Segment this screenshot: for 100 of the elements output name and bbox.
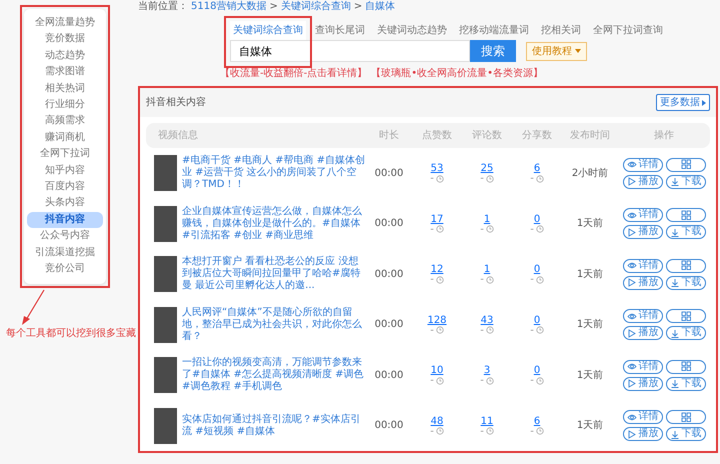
stat-count-link[interactable]: 0	[534, 314, 540, 326]
play-button[interactable]: 播放	[622, 174, 662, 189]
qr-code-button[interactable]	[666, 410, 706, 424]
download-button[interactable]: 下载	[666, 276, 706, 290]
clock-icon	[486, 376, 494, 385]
download-button[interactable]: 下载	[666, 326, 706, 340]
publish-time: 1天前	[576, 268, 604, 282]
play-button[interactable]: 播放	[622, 376, 662, 391]
search-tab[interactable]: 挖相关词	[538, 21, 584, 40]
qr-code-icon	[680, 361, 692, 372]
duration-text: 00:00	[374, 318, 404, 332]
stat-count-link[interactable]: 48	[430, 416, 444, 427]
sidebar-item[interactable]: 引流渠道挖掘	[27, 244, 103, 262]
stat-count-link[interactable]: 6	[534, 163, 540, 174]
sidebar-item[interactable]: 行业细分	[27, 97, 103, 114]
more-data-button[interactable]: 更多数据	[656, 94, 710, 111]
sidebar-item[interactable]: 相关热词	[27, 80, 103, 98]
qr-code-button[interactable]	[666, 360, 706, 374]
play-button[interactable]: 播放	[622, 276, 662, 290]
sidebar-item[interactable]: 知乎内容	[27, 162, 103, 180]
download-button[interactable]: 下载	[666, 427, 706, 442]
sidebar-item[interactable]: 需求图谱	[27, 64, 103, 81]
trend-text: -	[530, 275, 534, 284]
qr-code-icon	[680, 310, 692, 322]
eye-icon	[626, 312, 636, 321]
breadcrumb-separator: >	[269, 1, 278, 13]
download-button[interactable]: 下载	[666, 376, 706, 391]
sidebar-item[interactable]: 百度内容	[27, 179, 103, 196]
play-button[interactable]: 播放	[622, 225, 662, 240]
clock-icon	[436, 225, 444, 234]
video-title-link[interactable]: 实体店如何通过抖音引流呢？#实体店引流 #短视频 #自媒体	[182, 414, 366, 438]
search-field[interactable]: 自媒体	[230, 40, 470, 62]
search-button[interactable]: 搜索	[470, 40, 516, 62]
stat-count-link[interactable]: 10	[430, 365, 444, 376]
search-tab[interactable]: 关键词动态趋势	[374, 21, 450, 40]
sidebar-item[interactable]: 抖音内容	[27, 212, 103, 228]
sidebar-item[interactable]: 头条内容	[27, 195, 103, 212]
stat-count-link[interactable]: 12	[430, 264, 444, 276]
detail-button[interactable]: 详情	[622, 158, 662, 172]
stat-count-link[interactable]: 17	[430, 214, 444, 225]
qr-code-button[interactable]	[666, 158, 706, 172]
play-icon	[626, 430, 636, 439]
sidebar-item[interactable]: 公众号内容	[27, 228, 103, 245]
trend-text: -	[430, 275, 434, 284]
search-tab[interactable]: 全网下拉词查询	[590, 21, 666, 40]
detail-button[interactable]: 详情	[622, 410, 662, 424]
video-title-link[interactable]: 人民网评“自媒体”不是随心所欲的自留地，整治早已成为社会共识，对此你怎么看？	[182, 306, 366, 343]
qr-code-button[interactable]	[666, 258, 706, 273]
download-button[interactable]: 下载	[666, 225, 706, 240]
detail-button[interactable]: 详情	[622, 309, 662, 324]
video-title-link[interactable]: #电商干货 #电商人 #帮电商 #自媒体创业 #运营干货 这么小的房间装了八个空调？TMD！！	[182, 155, 366, 192]
download-icon	[670, 328, 680, 338]
stat-count-link[interactable]: 1	[484, 264, 490, 276]
stat-count-link[interactable]: 1	[484, 214, 490, 225]
sidebar-item[interactable]: 动态趋势	[27, 48, 103, 64]
sidebar-item[interactable]: 赚词商机	[27, 130, 103, 146]
sidebar-item[interactable]: 竞价数据	[27, 31, 103, 48]
publish-time: 2小时前	[570, 166, 610, 181]
stat-count-link[interactable]: 0	[534, 365, 540, 376]
detail-button[interactable]: 详情	[622, 360, 662, 374]
video-thumbnail	[154, 206, 177, 242]
stat-count-link[interactable]: 3	[484, 365, 490, 376]
download-button[interactable]: 下载	[666, 174, 706, 189]
tutorial-button[interactable]: 使用教程	[526, 42, 587, 60]
qr-code-button[interactable]	[666, 208, 706, 222]
qr-code-icon	[680, 210, 692, 221]
video-title-link[interactable]: 企业自媒体宣传运营怎么做，自媒体怎么赚钱，自媒体创业是做什么的。#自媒体 #引流拓客 #创业 #商业思维	[182, 206, 366, 242]
video-title-link[interactable]: 一招让你的视频变高清，万能调节参数来了#自媒体 #怎么提高视频清晰度 #调色 #调色教程 #手机调色	[182, 357, 366, 394]
trend-text: -	[530, 224, 534, 234]
stat-count-link[interactable]: 11	[480, 416, 494, 427]
detail-button[interactable]: 详情	[622, 208, 662, 222]
clock-icon	[486, 225, 494, 234]
publish-time: 1天前	[576, 318, 604, 332]
breadcrumb-link[interactable]: 5118营销大数据	[191, 1, 266, 13]
search-tab[interactable]: 挖移动端流量词	[456, 21, 532, 40]
stat-count-link[interactable]: 0	[534, 264, 540, 276]
qr-code-button[interactable]	[666, 309, 706, 324]
stat-count-link[interactable]: 43	[480, 314, 494, 326]
detail-button[interactable]: 详情	[622, 258, 662, 273]
eye-icon	[626, 160, 636, 170]
search-tab[interactable]: 关键词综合查询	[230, 21, 306, 40]
sidebar-item[interactable]: 全网流量趋势	[27, 15, 103, 32]
stat-count-link[interactable]: 0	[534, 214, 540, 225]
search-tab[interactable]: 查询长尾词	[312, 21, 368, 40]
promo-link[interactable]: 【玻璃瓶•收全网高价流量•各类资源】	[371, 66, 544, 81]
breadcrumb-link[interactable]: 关键词综合查询	[280, 1, 351, 13]
play-button[interactable]: 播放	[622, 326, 662, 340]
sidebar-item[interactable]: 高频需求	[27, 113, 103, 130]
breadcrumb-link[interactable]: 自媒体	[365, 1, 396, 13]
play-button[interactable]: 播放	[622, 427, 662, 442]
promo-link[interactable]: 【收流量-收益翻倍-点击看详情】	[220, 66, 368, 81]
trend-text: -	[430, 376, 434, 386]
sidebar-item[interactable]: 竞价公司	[27, 261, 103, 278]
stat-count-link[interactable]: 6	[534, 416, 540, 427]
stat-count-link[interactable]: 25	[480, 163, 494, 174]
clock-icon	[536, 174, 544, 183]
video-title-link[interactable]: 本想打开窗户 看看杜恐老公的反应 没想到被店位大哥瞬间拉回量甲了哈哈#腐特曼 最近公司里孵化达人的邀...	[182, 256, 366, 292]
stat-count-link[interactable]: 53	[430, 163, 444, 174]
stat-count-link[interactable]: 128	[427, 314, 447, 326]
sidebar-item[interactable]: 全网下拉词	[27, 146, 103, 163]
